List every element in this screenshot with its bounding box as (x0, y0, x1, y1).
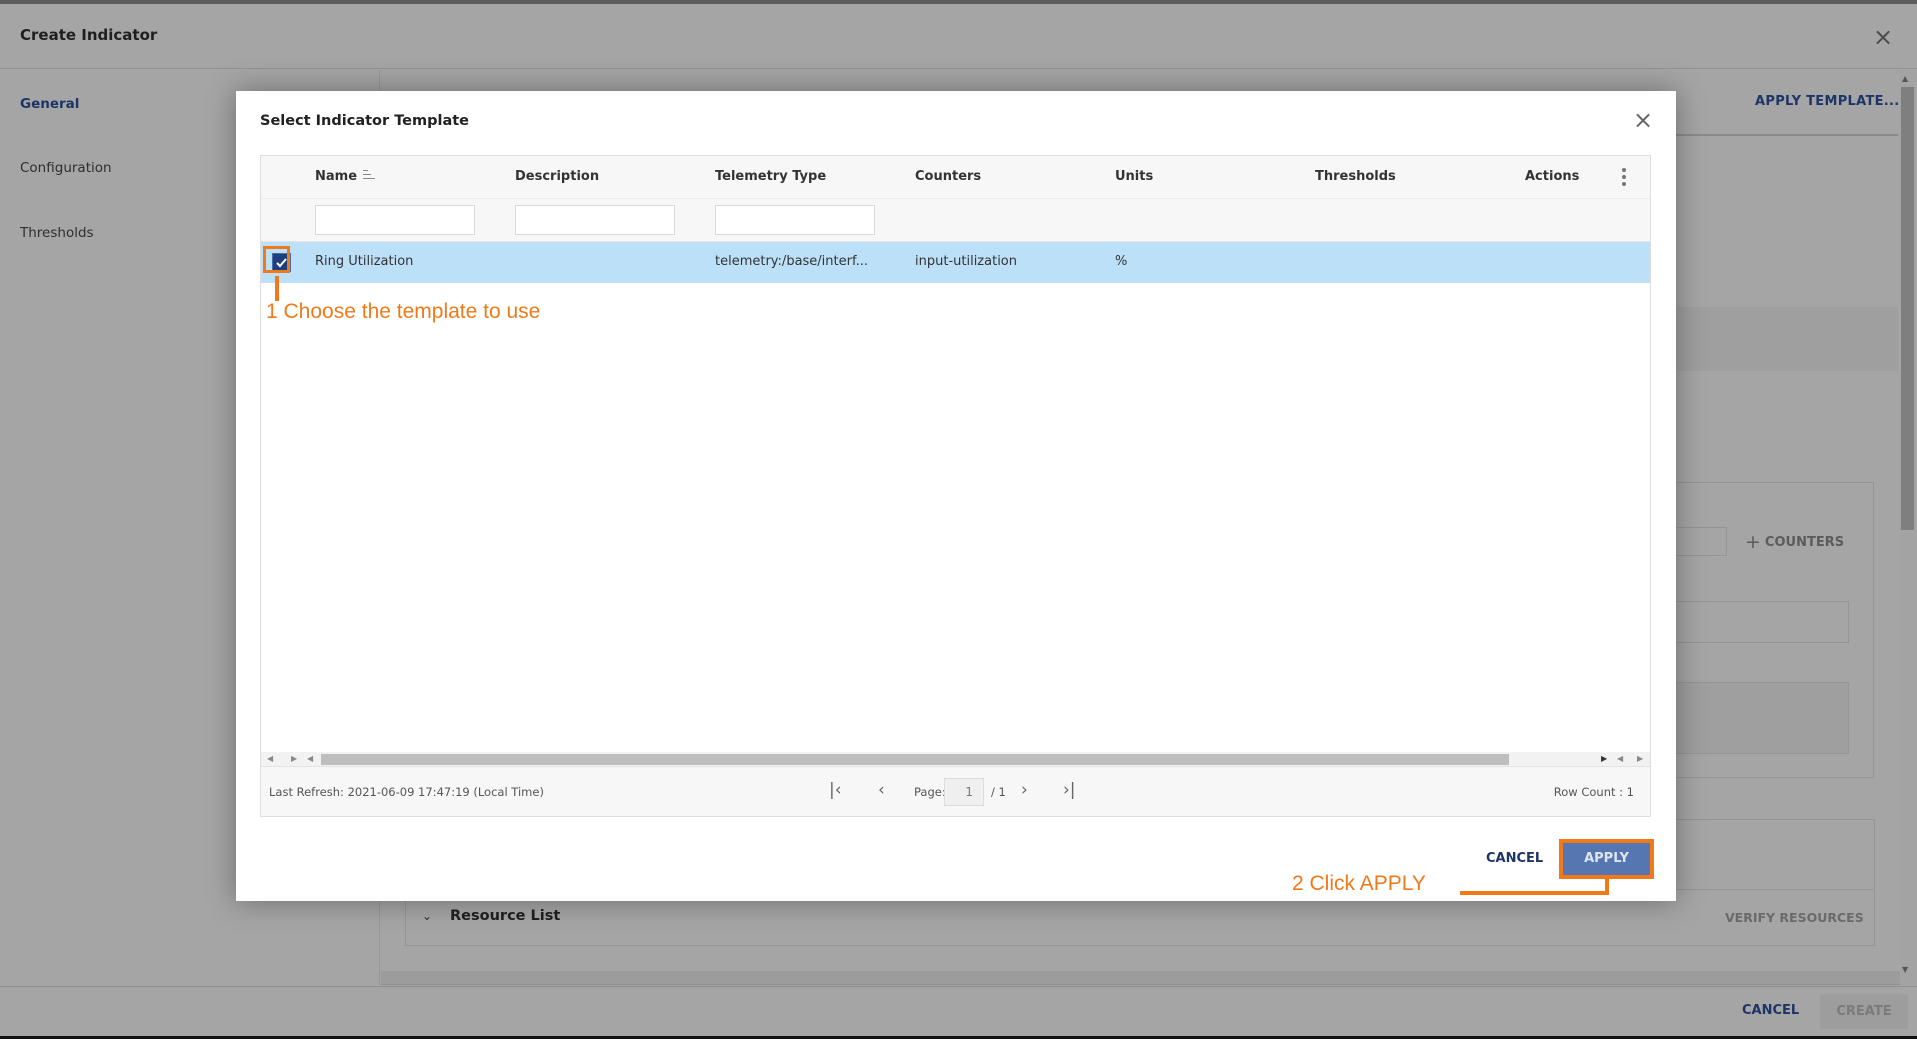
prev-page-icon[interactable]: ‹ (878, 779, 885, 801)
last-refresh: Last Refresh: 2021-06-09 17:47:19 (Local… (269, 785, 544, 799)
scroll-left-icon[interactable]: ◀ (307, 752, 313, 766)
page-title: Create Indicator (20, 26, 158, 44)
sidebar-item-configuration[interactable]: Configuration (20, 160, 112, 176)
column-header-thresholds[interactable]: Thresholds (1315, 169, 1396, 184)
close-icon[interactable]: × (1632, 108, 1654, 132)
column-header-telemetry-type[interactable]: Telemetry Type (715, 169, 826, 184)
table-row[interactable]: Ring Utilization telemetry:/base/interf.… (261, 242, 1650, 283)
column-header-name[interactable]: Name (315, 169, 376, 184)
vertical-scrollbar[interactable]: ▲ ▼ (1900, 70, 1917, 985)
apply-template-button[interactable]: APPLY TEMPLATE... (1755, 94, 1900, 109)
horizontal-scrollbar[interactable]: ◀ ▶ ◀ ▶ ◀ ▶ (261, 752, 1650, 766)
scroll-right-icon[interactable]: ▶ (1637, 752, 1643, 766)
description-filter-input[interactable] (515, 205, 675, 235)
counters-input[interactable] (1676, 527, 1727, 556)
column-header-units[interactable]: Units (1115, 169, 1153, 184)
cell-name: Ring Utilization (315, 254, 414, 269)
sidebar-item-general[interactable]: General (20, 96, 79, 112)
column-header-actions[interactable]: Actions (1525, 169, 1579, 184)
sidebar-item-thresholds[interactable]: Thresholds (20, 225, 94, 241)
add-counters-label: COUNTERS (1764, 535, 1845, 550)
config-textarea[interactable] (1676, 682, 1849, 754)
content-bottom (381, 971, 1900, 985)
create-button[interactable]: CREATE (1820, 994, 1908, 1029)
filter-row (261, 199, 1650, 242)
cell-units: % (1115, 254, 1128, 269)
scroll-up-icon[interactable]: ▲ (1902, 74, 1908, 83)
table-header: Name Description Telemetry Type Counters… (261, 156, 1650, 199)
divider (1676, 134, 1898, 136)
plus-icon: + (1745, 531, 1761, 553)
table-footer: Last Refresh: 2021-06-09 17:47:19 (Local… (261, 766, 1650, 816)
scroll-left-icon[interactable]: ◀ (267, 752, 273, 766)
annotation-connector (1460, 891, 1609, 895)
last-page-icon[interactable]: ›| (1063, 779, 1076, 801)
cell-counters: input-utilization (915, 254, 1017, 269)
page-footer: CANCEL CREATE (0, 986, 1917, 1036)
sort-icon[interactable] (363, 170, 376, 179)
resource-list-title[interactable]: Resource List (450, 908, 560, 924)
telemetry-type-filter-input[interactable] (715, 205, 875, 235)
scroll-right-icon[interactable]: ▶ (1601, 752, 1607, 766)
page-total: / 1 (991, 785, 1006, 799)
page-input[interactable]: 1 (944, 778, 984, 806)
app-header: Create Indicator × (0, 4, 1917, 69)
annotation-connector (275, 276, 279, 301)
close-icon[interactable]: × (1872, 25, 1894, 49)
annotation-step2: 2 Click APPLY (1292, 872, 1426, 895)
annotation-highlight-checkbox (263, 246, 290, 273)
column-header-counters[interactable]: Counters (915, 169, 981, 184)
add-counters-button[interactable]: + COUNTERS (1745, 531, 1844, 553)
first-page-icon[interactable]: |‹ (829, 779, 842, 801)
scrollbar-thumb[interactable] (321, 754, 1509, 765)
annotation-highlight-apply (1559, 839, 1654, 879)
column-label: Name (315, 169, 358, 184)
column-header-description[interactable]: Description (515, 169, 599, 184)
cell-telemetry-type: telemetry:/base/interf... (715, 254, 869, 269)
config-field[interactable] (1676, 601, 1849, 643)
row-count: Row Count : 1 (1553, 785, 1634, 799)
scrollbar-thumb[interactable] (1901, 87, 1914, 530)
page-label: Page: (914, 785, 946, 799)
select-template-dialog: Select Indicator Template × Name Descrip… (236, 91, 1676, 901)
chevron-down-icon[interactable]: ⌄ (422, 909, 432, 923)
section-band (1676, 307, 1898, 371)
scroll-right-icon[interactable]: ▶ (291, 752, 297, 766)
scroll-down-icon[interactable]: ▼ (1902, 965, 1908, 974)
cancel-button[interactable]: CANCEL (1742, 1003, 1799, 1018)
scroll-left-icon[interactable]: ◀ (1617, 752, 1623, 766)
verify-resources-button[interactable]: VERIFY RESOURCES (1725, 910, 1864, 925)
next-page-icon[interactable]: › (1021, 779, 1028, 801)
dialog-cancel-button[interactable]: CANCEL (1486, 851, 1543, 866)
name-filter-input[interactable] (315, 205, 475, 235)
template-table: Name Description Telemetry Type Counters… (260, 155, 1651, 817)
more-options-icon[interactable] (1621, 168, 1627, 188)
annotation-step1: 1 Choose the template to use (266, 300, 541, 323)
dialog-title: Select Indicator Template (260, 113, 470, 129)
